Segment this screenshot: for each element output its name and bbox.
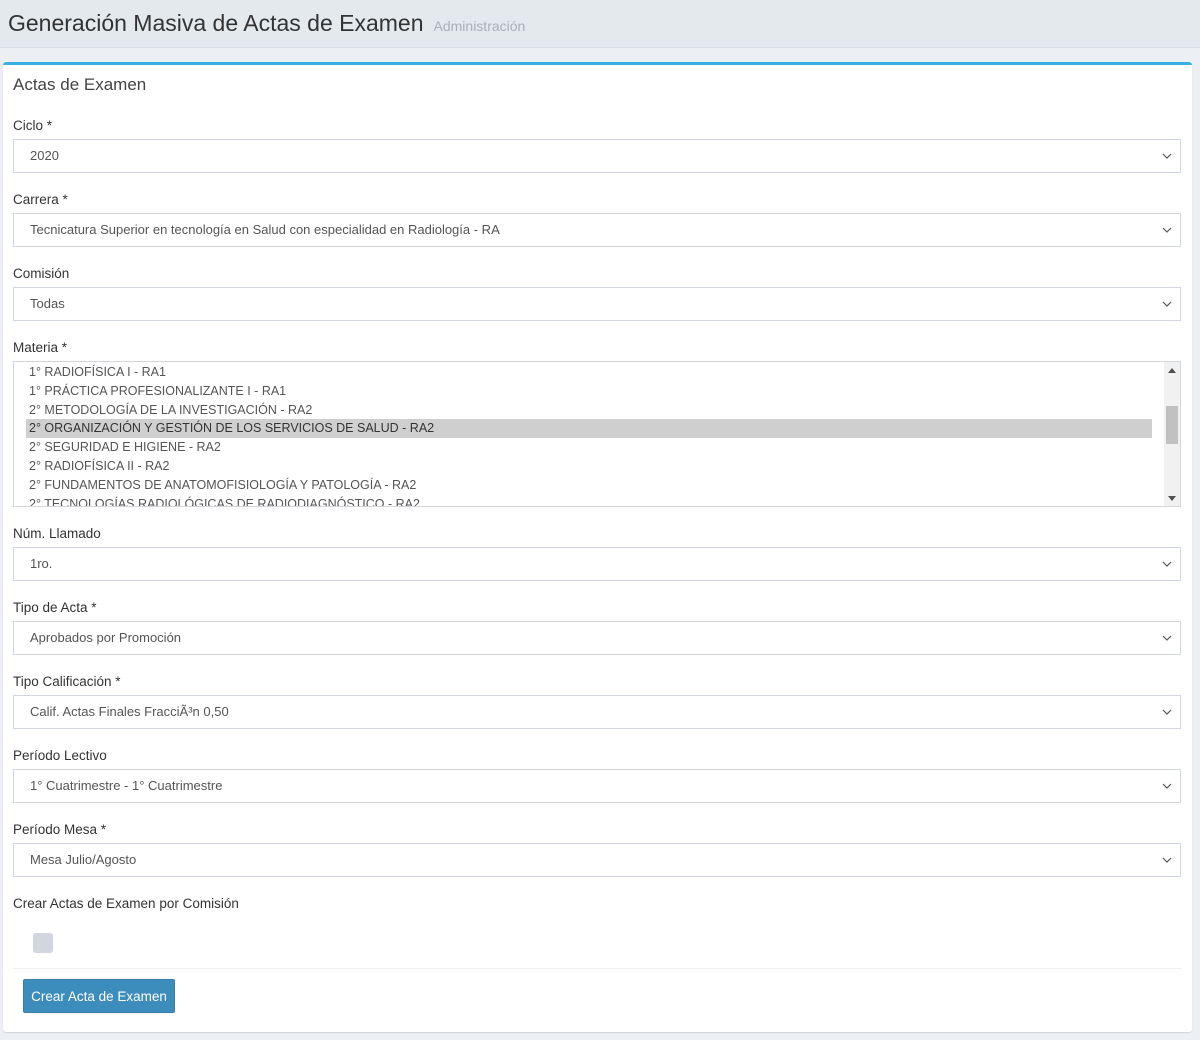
field-comision: Comisión Todas [13, 265, 1181, 321]
page-subtitle: Administración [433, 18, 526, 34]
field-periodo-lectivo: Período Lectivo 1° Cuatrimestre - 1° Cua… [13, 747, 1181, 803]
materia-option[interactable]: 2° FUNDAMENTOS DE ANATOMOFISIOLOGÍA Y PA… [26, 476, 1152, 495]
scroll-thumb[interactable] [1166, 406, 1178, 444]
chevron-down-icon [1160, 696, 1174, 728]
periodo-mesa-label: Período Mesa * [13, 822, 107, 837]
chevron-down-icon [1160, 214, 1174, 246]
crear-por-comision-label: Crear Actas de Examen por Comisión [13, 896, 239, 911]
tipo-calificacion-value: Calif. Actas Finales FracciÃ³n 0,50 [30, 704, 229, 719]
divider [13, 968, 1182, 969]
carrera-select[interactable]: Tecnicatura Superior en tecnología en Sa… [13, 213, 1181, 247]
field-carrera: Carrera * Tecnicatura Superior en tecnol… [13, 191, 1181, 247]
comision-value: Todas [30, 296, 65, 311]
ciclo-label: Ciclo * [13, 118, 53, 133]
tipo-calificacion-label: Tipo Calificación * [13, 674, 121, 689]
field-materia: Materia * 1° RADIOFÍSICA I - RA1 1° PRÁCT… [13, 339, 1181, 507]
scroll-up-arrow-icon[interactable] [1164, 362, 1180, 378]
materia-options: 1° RADIOFÍSICA I - RA1 1° PRÁCTICA PROFES… [26, 363, 1152, 506]
comision-label: Comisión [13, 266, 70, 281]
field-tipo-calificacion: Tipo Calificación * Calif. Actas Finales… [13, 673, 1181, 729]
tipo-calificacion-select[interactable]: Calif. Actas Finales FracciÃ³n 0,50 [13, 695, 1181, 729]
num-llamado-label: Núm. Llamado [13, 526, 101, 541]
periodo-mesa-select[interactable]: Mesa Julio/Agosto [13, 843, 1181, 877]
materia-option[interactable]: 2° RADIOFÍSICA II - RA2 [26, 457, 1152, 476]
tipo-acta-label: Tipo de Acta * [13, 600, 97, 615]
num-llamado-select[interactable]: 1ro. [13, 547, 1181, 581]
num-llamado-value: 1ro. [30, 556, 53, 571]
field-crear-por-comision: Crear Actas de Examen por Comisión [13, 895, 1181, 917]
page-title: Generación Masiva de Actas de Examen Admi… [8, 10, 525, 37]
carrera-label: Carrera * [13, 192, 68, 207]
chevron-down-icon [1160, 844, 1174, 876]
materia-option[interactable]: 1° PRÁCTICA PROFESIONALIZANTE I - RA1 [26, 382, 1152, 401]
field-num-llamado: Núm. Llamado 1ro. [13, 525, 1181, 581]
scroll-down-arrow-icon[interactable] [1164, 490, 1180, 506]
field-tipo-acta: Tipo de Acta * Aprobados por Promoción [13, 599, 1181, 655]
tipo-acta-select[interactable]: Aprobados por Promoción [13, 621, 1181, 655]
materia-label: Materia * [13, 340, 68, 355]
chevron-down-icon [1160, 548, 1174, 580]
chevron-down-icon [1160, 770, 1174, 802]
content-header: Generación Masiva de Actas de Examen Admi… [0, 0, 1200, 48]
tipo-acta-value: Aprobados por Promoción [30, 630, 182, 645]
field-periodo-mesa: Período Mesa * Mesa Julio/Agosto [13, 821, 1181, 877]
ciclo-select[interactable]: 2020 [13, 139, 1181, 173]
field-ciclo: Ciclo * 2020 [13, 117, 1181, 173]
crear-por-comision-checkbox[interactable] [33, 933, 53, 953]
page-title-text: Generación Masiva de Actas de Examen [8, 10, 424, 36]
periodo-lectivo-label: Período Lectivo [13, 748, 107, 763]
crear-acta-button[interactable]: Crear Acta de Examen [23, 979, 175, 1013]
chevron-down-icon [1160, 622, 1174, 654]
comision-select[interactable]: Todas [13, 287, 1181, 321]
materia-listbox[interactable]: 1° RADIOFÍSICA I - RA1 1° PRÁCTICA PROFES… [13, 361, 1181, 507]
ciclo-value: 2020 [30, 148, 59, 163]
materia-scrollbar[interactable] [1164, 362, 1180, 506]
materia-option[interactable]: 2° ORGANIZACIÓN Y GESTIÓN DE LOS SERVICI… [26, 419, 1152, 439]
box-title: Actas de Examen [13, 75, 147, 94]
materia-option[interactable]: 2° SEGURIDAD E HIGIENE - RA2 [26, 438, 1152, 457]
chevron-down-icon [1160, 140, 1174, 172]
materia-option[interactable]: 1° RADIOFÍSICA I - RA1 [26, 363, 1152, 382]
chevron-down-icon [1160, 288, 1174, 320]
periodo-lectivo-value: 1° Cuatrimestre - 1° Cuatrimestre [30, 778, 223, 793]
carrera-value: Tecnicatura Superior en tecnología en Sa… [30, 222, 500, 237]
periodo-mesa-value: Mesa Julio/Agosto [30, 852, 137, 867]
actas-form-box: Actas de Examen Ciclo * 2020 Carrera * T… [3, 62, 1192, 1032]
periodo-lectivo-select[interactable]: 1° Cuatrimestre - 1° Cuatrimestre [13, 769, 1181, 803]
materia-option[interactable]: 2° TECNOLOGÍAS RADIOLÓGICAS DE RADIODIAG… [26, 495, 1152, 506]
materia-option[interactable]: 2° METODOLOGÍA DE LA INVESTIGACIÓN - RA2 [26, 401, 1152, 420]
